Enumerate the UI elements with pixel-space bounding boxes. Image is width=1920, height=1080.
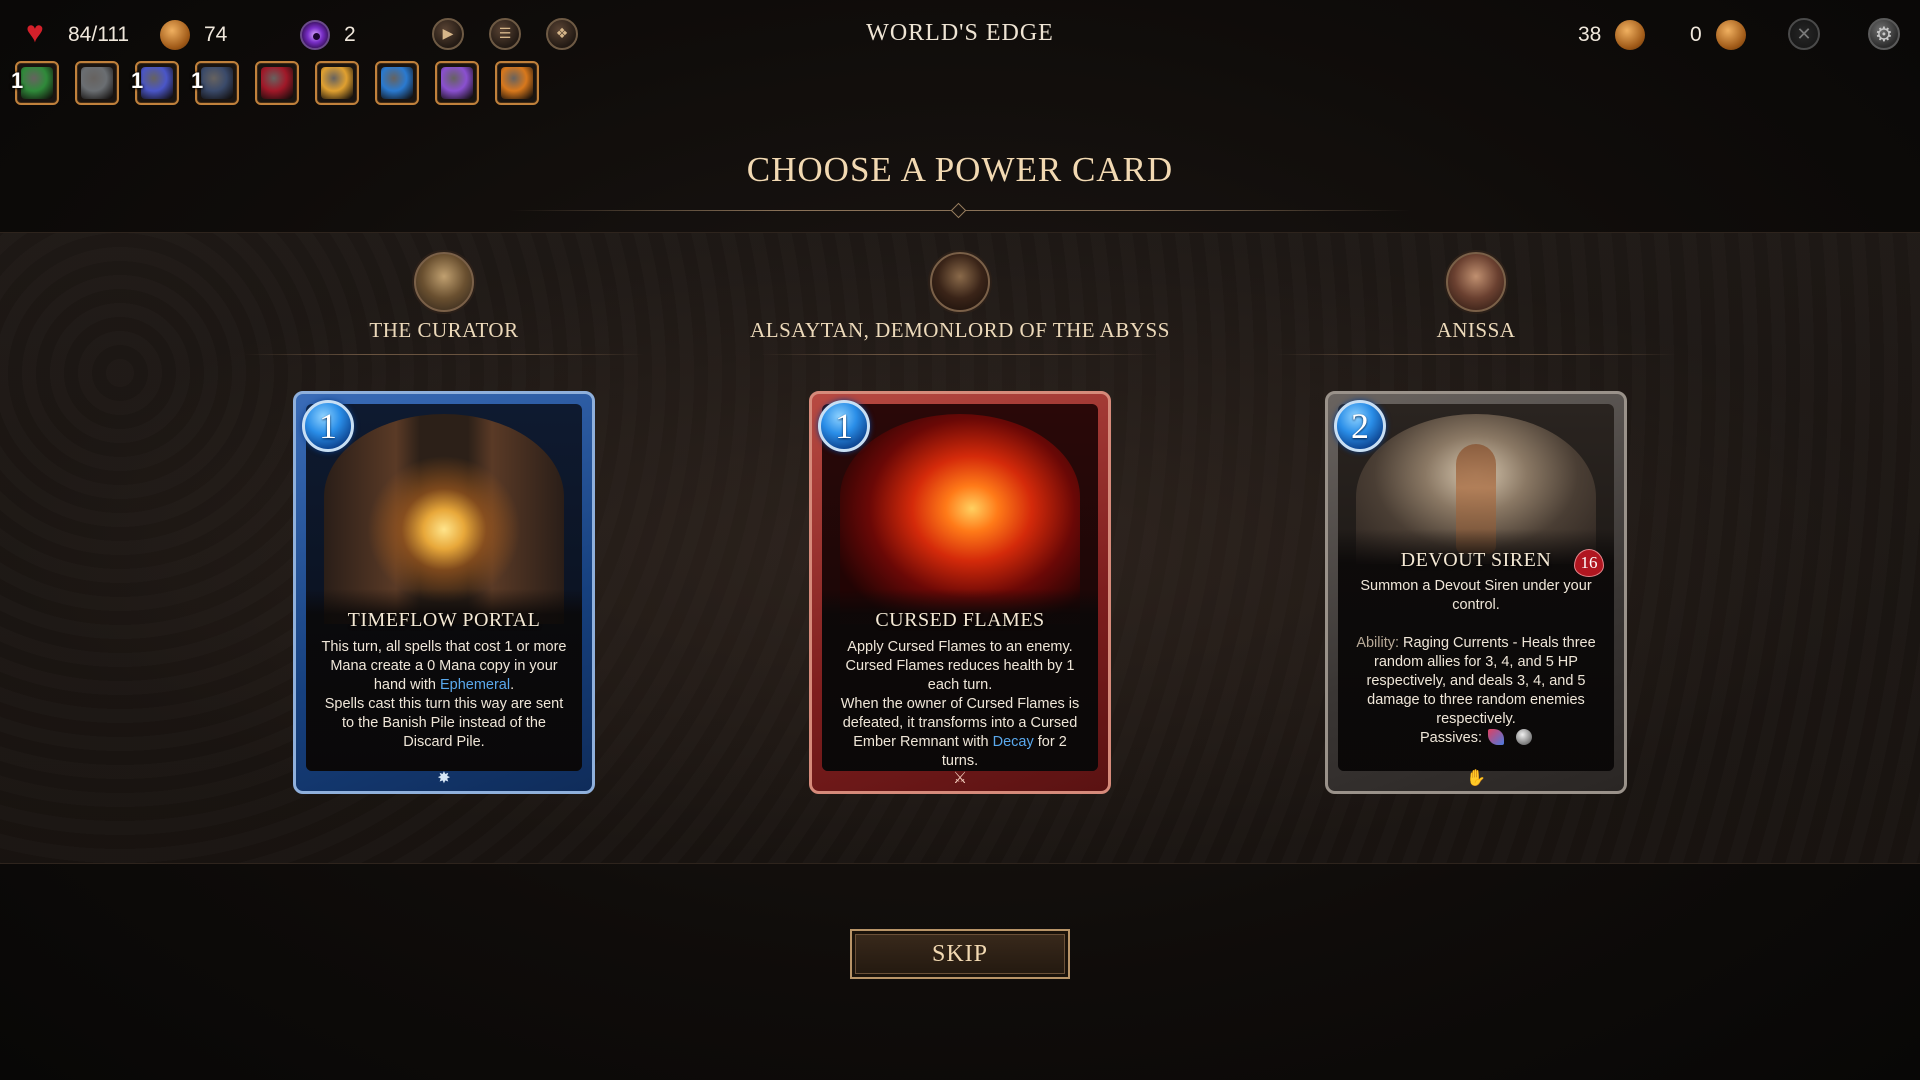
card-text: Apply Cursed Flames to an enemy. <box>847 639 1073 655</box>
attack-icon: ⚔ <box>952 768 968 787</box>
card-face: DEVOUT SIREN 16 Summon a Devout Siren un… <box>1338 404 1614 771</box>
card-name: DEVOUT SIREN <box>1400 549 1552 571</box>
potion-pair-relic[interactable] <box>435 61 479 105</box>
card-name: TIMEFLOW PORTAL <box>347 609 541 631</box>
relic-charge-count: 1 <box>11 68 24 93</box>
sun-medallion-relic-icon <box>321 67 353 99</box>
relic-charge-count: 1 <box>191 68 204 93</box>
orb-passive-icon[interactable] <box>1516 729 1533 745</box>
patron-name: ANISSA <box>1436 318 1516 342</box>
keyword-decay[interactable]: Decay <box>993 734 1034 750</box>
card-text: Cursed Flames reduces health by 1 each t… <box>845 658 1075 693</box>
game-screen: 84/111 74 2 ▶ ☰ ❖ WORLD'S EDGE 38 0 ✕ ⚙ … <box>0 0 1920 1080</box>
star-sigil-relic-icon <box>141 67 173 99</box>
blue-tome-relic-icon <box>381 67 413 99</box>
card-name: CURSED FLAMES <box>875 609 1045 631</box>
spell-icon: ✸ <box>437 768 451 787</box>
ability-text: Raging Currents - Heals three random all… <box>1366 635 1596 727</box>
stone-egg-relic[interactable] <box>75 61 119 105</box>
shards-value: 38 <box>1578 23 1602 46</box>
unit-health: 16 <box>1580 553 1598 572</box>
card-text: Spells cast this turn this way are sent … <box>324 696 564 750</box>
alsaytan-portrait <box>930 252 990 312</box>
mana-cost-gem: 2 <box>1334 400 1386 452</box>
green-orb-relic-icon <box>21 67 53 99</box>
curator-portrait <box>414 252 474 312</box>
patron-divider <box>760 354 1160 355</box>
claw-relic-icon <box>501 67 533 99</box>
card-description: Summon a Devout Siren under your control… <box>1352 577 1600 748</box>
bat-wing-relic-icon <box>201 67 233 99</box>
health-badge: 16 <box>1574 549 1604 577</box>
close-button[interactable]: ✕ <box>1788 18 1820 50</box>
keyword-ephemeral[interactable]: Ephemeral <box>440 677 510 693</box>
power-card-cursed-flames[interactable]: CURSED FLAMES Apply Cursed Flames to an … <box>809 391 1111 794</box>
claw-relic[interactable] <box>495 61 539 105</box>
power-card-devout-siren[interactable]: DEVOUT SIREN 16 Summon a Devout Siren un… <box>1325 391 1627 794</box>
card-face: CURSED FLAMES Apply Cursed Flames to an … <box>822 404 1098 771</box>
ability-label: Ability: <box>1356 635 1400 651</box>
passives-label: Passives: <box>1419 730 1483 746</box>
skip-button[interactable]: SKIP <box>850 929 1070 979</box>
shard-icon <box>1615 20 1646 50</box>
potion-pair-relic-icon <box>441 67 473 99</box>
crowns-stat: 0 <box>1690 20 1746 50</box>
close-icon: ✕ <box>1796 23 1812 45</box>
patron-divider <box>244 354 644 355</box>
patron-divider <box>1276 354 1676 355</box>
title-divider-ornament <box>950 202 967 219</box>
mana-cost: 1 <box>835 406 853 446</box>
relic-charge-count: 1 <box>131 68 144 93</box>
sun-medallion-relic[interactable] <box>315 61 359 105</box>
feather-passive-icon[interactable] <box>1488 729 1505 745</box>
card-text: Summon a Devout Siren under your control… <box>1360 578 1592 613</box>
blue-tome-relic[interactable] <box>375 61 419 105</box>
stone-egg-relic-icon <box>81 67 113 99</box>
mana-cost-gem: 1 <box>302 400 354 452</box>
crown-icon <box>1715 20 1746 50</box>
card-face: TIMEFLOW PORTAL This turn, all spells th… <box>306 404 582 771</box>
mana-cost-gem: 1 <box>818 400 870 452</box>
shards-stat: 38 <box>1578 20 1646 50</box>
mana-cost: 1 <box>319 406 337 446</box>
summon-icon: ✋ <box>1466 768 1486 787</box>
settings-button[interactable]: ⚙ <box>1868 18 1900 50</box>
power-card-timeflow-portal[interactable]: TIMEFLOW PORTAL This turn, all spells th… <box>293 391 595 794</box>
anissa-portrait <box>1446 252 1506 312</box>
settings-icon: ⚙ <box>1875 22 1893 46</box>
card-description: This turn, all spells that cost 1 or mor… <box>320 638 568 752</box>
crowns-value: 0 <box>1690 23 1702 46</box>
crimson-gem-relic[interactable] <box>255 61 299 105</box>
card-text: . <box>510 677 515 693</box>
card-description: Apply Cursed Flames to an enemy. Cursed F… <box>836 638 1084 771</box>
crimson-gem-relic-icon <box>261 67 293 99</box>
screen-title: CHOOSE A POWER CARD <box>746 150 1174 189</box>
mana-cost: 2 <box>1351 406 1369 446</box>
